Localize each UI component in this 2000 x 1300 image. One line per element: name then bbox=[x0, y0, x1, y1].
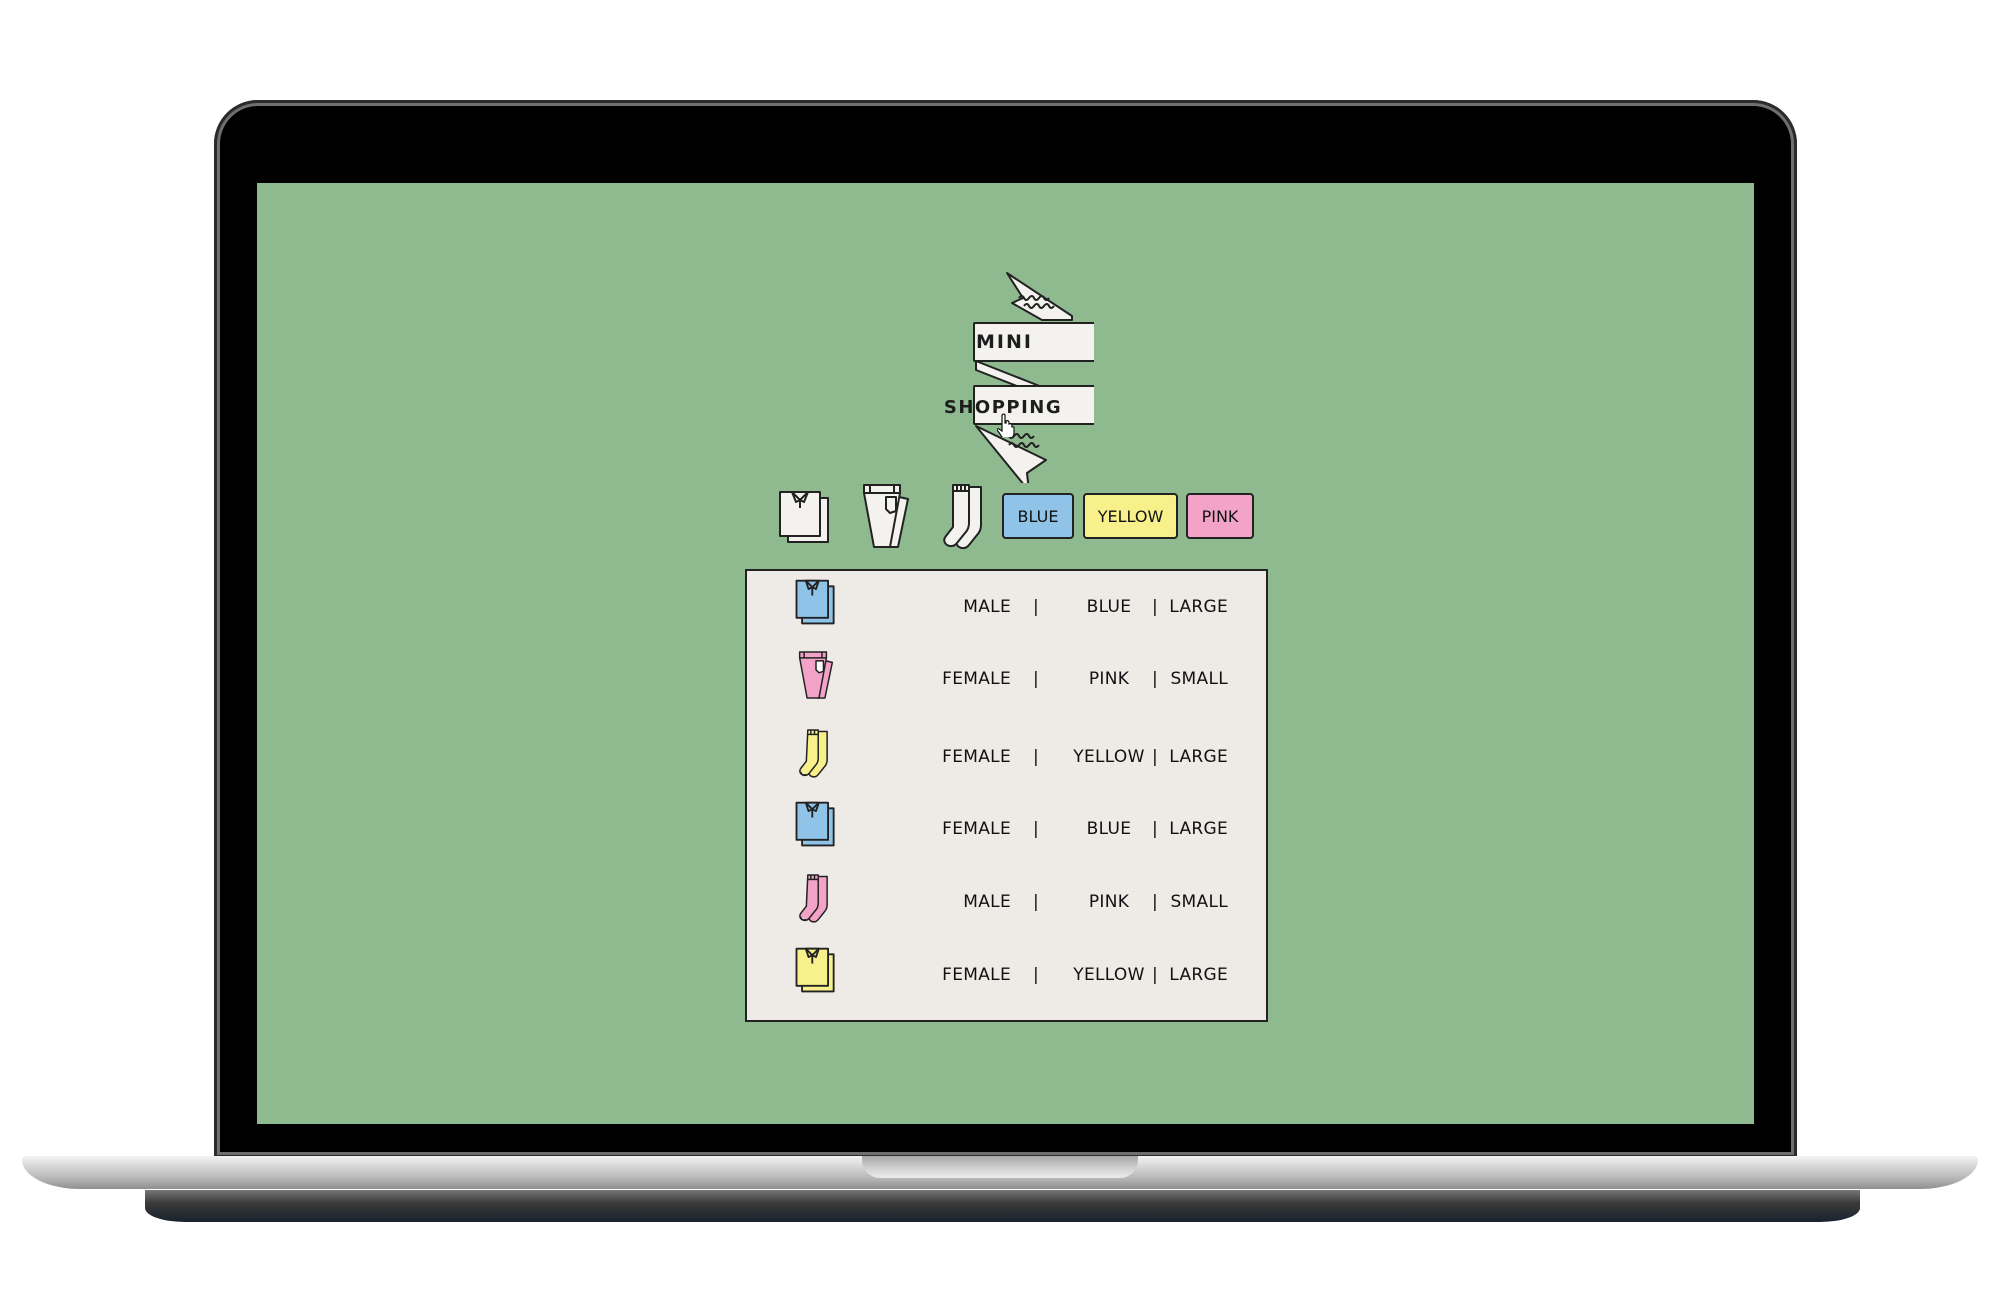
separator: | bbox=[1152, 965, 1159, 985]
shirt-icon bbox=[795, 579, 835, 625]
separator: | bbox=[1033, 965, 1040, 985]
filter-pink-button[interactable]: PINK bbox=[1186, 493, 1254, 539]
color-label: PINK bbox=[1088, 669, 1130, 689]
color-label: BLUE bbox=[1086, 597, 1132, 617]
gender-label: FEMALE bbox=[942, 819, 1011, 839]
socks-icon[interactable] bbox=[937, 481, 991, 551]
size-label: SMALL bbox=[1170, 669, 1228, 689]
hand-cursor-icon bbox=[997, 413, 1015, 437]
size-label: LARGE bbox=[1169, 747, 1228, 767]
separator: | bbox=[1152, 669, 1159, 689]
list-item[interactable]: FEMALE | YELLOW | LARGE bbox=[747, 727, 1266, 787]
separator: | bbox=[1033, 892, 1040, 912]
color-label: YELLOW bbox=[1073, 747, 1145, 767]
separator: | bbox=[1033, 597, 1040, 617]
shirt-icon bbox=[795, 801, 835, 847]
gender-label: FEMALE bbox=[942, 669, 1011, 689]
size-label: LARGE bbox=[1169, 819, 1228, 839]
list-item[interactable]: FEMALE | BLUE | LARGE bbox=[747, 799, 1266, 859]
color-label: YELLOW bbox=[1073, 965, 1145, 985]
separator: | bbox=[1033, 819, 1040, 839]
separator: | bbox=[1152, 892, 1159, 912]
shirt-icon[interactable] bbox=[776, 488, 830, 544]
laptop-base-shadow bbox=[145, 1190, 1860, 1222]
socks-icon bbox=[799, 729, 828, 778]
product-list: MALE | BLUE | LARGE FEMALE | PINK | SMAL… bbox=[745, 569, 1268, 1022]
gender-label: FEMALE bbox=[942, 747, 1011, 767]
list-item[interactable]: FEMALE | PINK | SMALL bbox=[747, 649, 1266, 709]
size-label: LARGE bbox=[1169, 597, 1228, 617]
filter-yellow-button[interactable]: YELLOW bbox=[1083, 493, 1178, 539]
separator: | bbox=[1152, 747, 1159, 767]
separator: | bbox=[1152, 597, 1159, 617]
gender-label: MALE bbox=[963, 892, 1011, 912]
laptop-notch bbox=[862, 1156, 1138, 1178]
size-label: SMALL bbox=[1170, 892, 1228, 912]
color-label: PINK bbox=[1088, 892, 1130, 912]
list-item[interactable]: MALE | PINK | SMALL bbox=[747, 872, 1266, 932]
screen: MINI SHOPPING BLUE YELLOW PINK MALE | BL… bbox=[257, 183, 1754, 1124]
shirt-icon bbox=[795, 947, 835, 993]
logo-ribbon-icon[interactable] bbox=[934, 268, 1094, 483]
filter-blue-button[interactable]: BLUE bbox=[1002, 493, 1074, 539]
list-item[interactable]: FEMALE | YELLOW | LARGE bbox=[747, 945, 1266, 1005]
separator: | bbox=[1033, 669, 1040, 689]
list-item[interactable]: MALE | BLUE | LARGE bbox=[747, 577, 1266, 637]
gender-label: MALE bbox=[963, 597, 1011, 617]
logo-title-line1: MINI bbox=[976, 331, 1033, 353]
separator: | bbox=[1152, 819, 1159, 839]
socks-icon bbox=[799, 874, 828, 923]
color-label: BLUE bbox=[1086, 819, 1132, 839]
pants-icon[interactable] bbox=[860, 481, 912, 551]
gender-label: FEMALE bbox=[942, 965, 1011, 985]
size-label: LARGE bbox=[1169, 965, 1228, 985]
pants-icon bbox=[798, 651, 834, 699]
separator: | bbox=[1033, 747, 1040, 767]
